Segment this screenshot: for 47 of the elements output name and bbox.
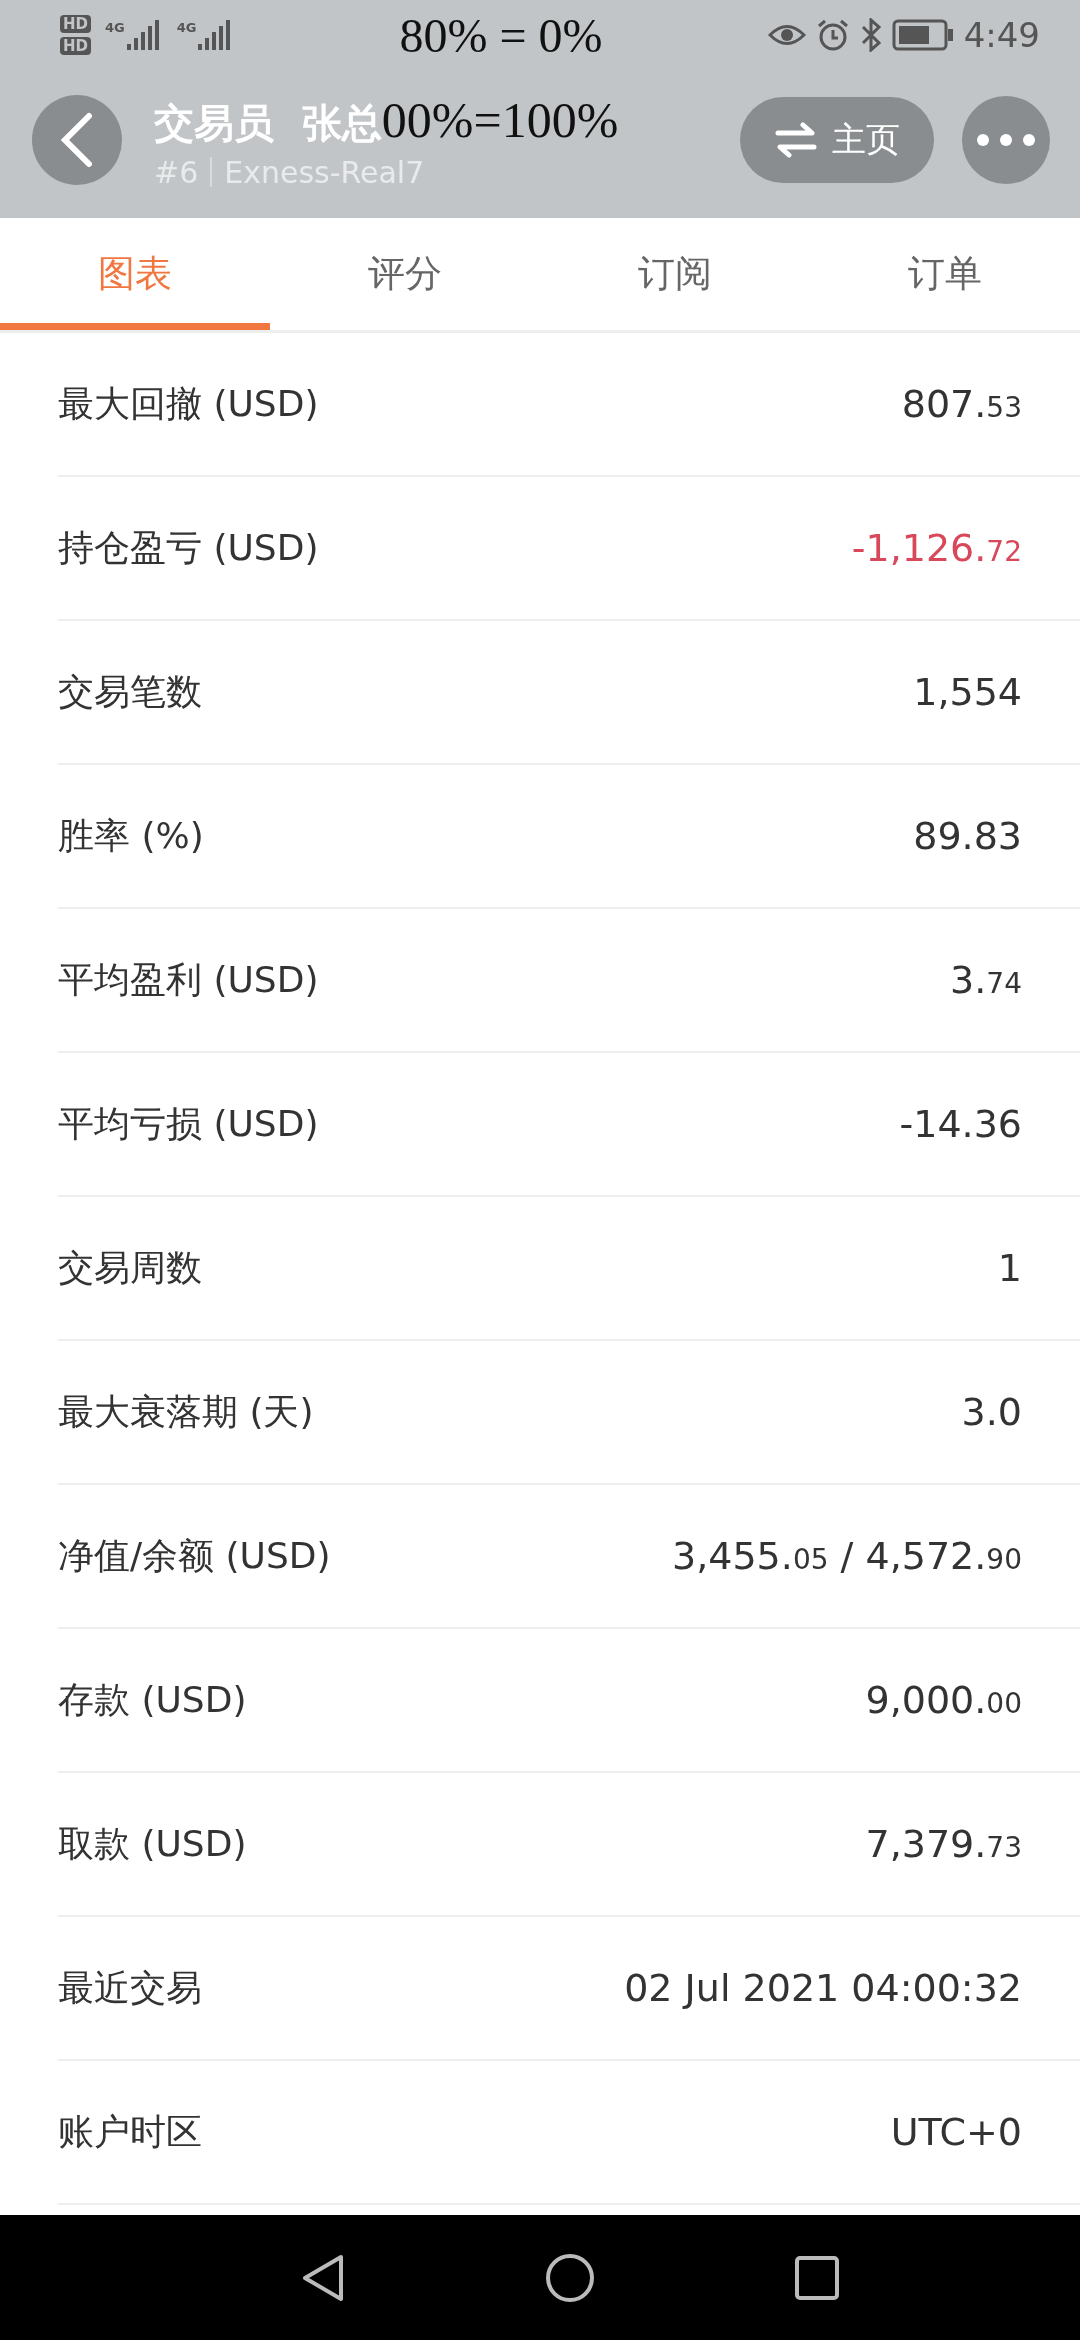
back-nav-icon[interactable]	[301, 2252, 345, 2303]
network-label: 4G	[176, 20, 197, 35]
stat-value: 3,455.05 / 4,572.90	[672, 1534, 1022, 1578]
more-icon[interactable]	[976, 133, 1036, 147]
stat-value: 9,000.00	[865, 1678, 1022, 1722]
home-nav-icon[interactable]	[545, 2252, 595, 2303]
sim-label: HD	[60, 15, 91, 33]
sim-label: HD	[60, 37, 91, 55]
stat-label: 最大回撤 (USD)	[58, 381, 319, 426]
tab[interactable]: 评分	[270, 218, 540, 330]
stat-label: 账户时区	[58, 2109, 202, 2154]
stat-label: 最近交易	[58, 1965, 202, 2010]
swap-icon[interactable]	[774, 122, 818, 158]
stat-value: -1,126.72	[851, 526, 1022, 570]
trader-name: 交易员 张总	[154, 98, 382, 148]
tab[interactable]: 订单	[810, 218, 1080, 330]
stat-label: 平均盈利 (USD)	[58, 957, 319, 1002]
stat-value: -14.36	[899, 1102, 1022, 1146]
stat-value: 89.83	[913, 814, 1022, 858]
alarm-icon	[815, 18, 850, 52]
stat-label: 交易周数	[58, 1245, 202, 1290]
stat-label: 平均亏损 (USD)	[58, 1101, 319, 1146]
stat-label: 存款 (USD)	[58, 1677, 247, 1722]
stat-label: 净值/余额 (USD)	[58, 1533, 331, 1578]
stat-value: 02 Jul 2021 04:00:32	[624, 1966, 1022, 2010]
bluetooth-icon	[859, 18, 882, 52]
stat-value: 7,379.73	[865, 1822, 1022, 1866]
stat-value: 1	[997, 1246, 1022, 1290]
stat-label: 持仓盈亏 (USD)	[58, 525, 319, 570]
overlay-note: 80% = 0%	[399, 7, 603, 63]
battery-icon	[891, 19, 954, 51]
stat-label: 交易笔数	[58, 669, 202, 714]
overlay-note: 00%=100%	[381, 90, 619, 149]
tab[interactable]: 订阅	[540, 218, 810, 330]
home-button[interactable]: 主页	[740, 97, 934, 183]
stat-label: 取款 (USD)	[58, 1821, 247, 1866]
stat-label: 最大衰落期 (天)	[58, 1389, 314, 1434]
stat-value: 807.53	[901, 382, 1022, 426]
stat-value: 3.0	[961, 1390, 1022, 1434]
network-label: 4G	[105, 20, 125, 35]
stat-label: 胜率 (%)	[58, 813, 204, 858]
recents-nav-icon[interactable]	[795, 2255, 839, 2300]
stat-value: 1,554	[913, 670, 1022, 714]
clock-time: 4:49	[963, 15, 1040, 55]
stat-value: UTC+0	[890, 2110, 1022, 2154]
eye-icon	[767, 22, 806, 48]
stat-value: 3.74	[950, 958, 1022, 1002]
